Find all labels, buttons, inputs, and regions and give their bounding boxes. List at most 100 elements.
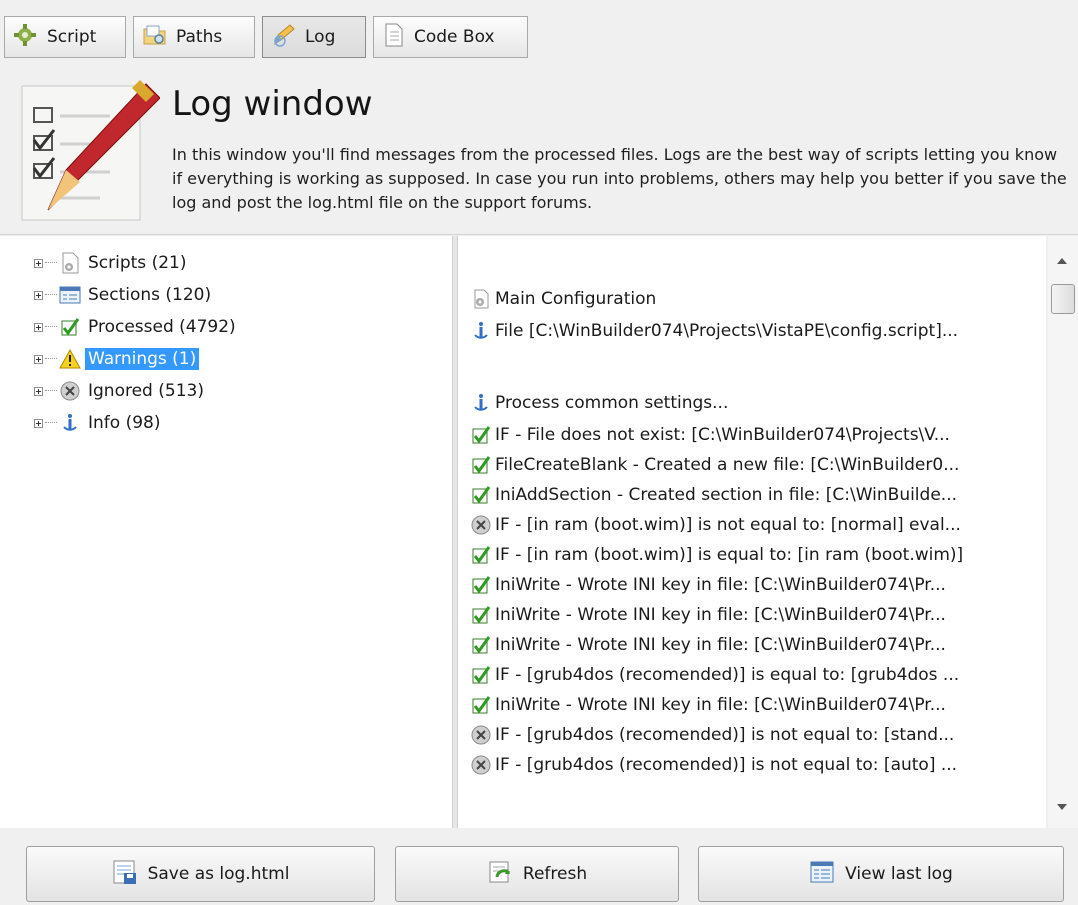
checkmark-icon <box>470 574 492 596</box>
checkmark-icon <box>470 454 492 476</box>
log-entry[interactable]: IniWrite - Wrote INI key in file: [C:\Wi… <box>470 602 946 628</box>
log-entry[interactable]: IF - [grub4dos (recomended)] is not equa… <box>470 752 957 778</box>
log-entry[interactable]: FileCreateBlank - Created a new file: [C… <box>470 452 959 478</box>
log-entry[interactable]: Main Configuration <box>470 286 656 312</box>
info-icon <box>470 320 492 342</box>
checkmark-icon <box>470 424 492 446</box>
log-entry[interactable]: IniWrite - Wrote INI key in file: [C:\Wi… <box>470 692 946 718</box>
tab-paths-label: Paths <box>176 27 223 47</box>
folder-search-icon <box>142 22 168 53</box>
pencil-icon <box>271 22 297 53</box>
log-entry[interactable]: IniWrite - Wrote INI key in file: [C:\Wi… <box>470 632 946 658</box>
tree-item-label: Ignored (513) <box>88 381 204 401</box>
ignored-icon <box>470 724 492 746</box>
ignored-icon <box>470 754 492 776</box>
tree-item-warnings[interactable]: Warnings (1) <box>34 346 200 372</box>
script-icon <box>59 252 81 274</box>
checkmark-icon <box>470 484 492 506</box>
checkmark-icon <box>470 664 492 686</box>
tab-script[interactable]: Script <box>4 16 126 58</box>
log-entry[interactable]: File [C:\WinBuilder074\Projects\VistaPE\… <box>470 318 958 344</box>
log-entry[interactable]: IF - [in ram (boot.wim)] is equal to: [i… <box>470 542 963 568</box>
view-log-icon <box>809 859 835 890</box>
log-entry-text: IF - [grub4dos (recomended)] is not equa… <box>495 725 955 745</box>
tree-item-label: Processed (4792) <box>88 317 236 337</box>
log-entry[interactable]: IF - File does not exist: [C:\WinBuilder… <box>470 422 950 448</box>
header-divider <box>0 234 1078 235</box>
tree-item-label: Info (98) <box>88 413 161 433</box>
page-title: Log window <box>172 84 373 124</box>
tree-item-scripts[interactable]: Scripts (21) <box>34 250 189 276</box>
log-entry-text: IF - File does not exist: [C:\WinBuilder… <box>495 425 950 445</box>
scroll-up-icon[interactable] <box>1057 258 1067 264</box>
refresh-icon <box>487 859 513 890</box>
tab-log[interactable]: Log <box>262 16 366 58</box>
log-tree[interactable]: Scripts (21) Sections (120) Processed (4… <box>0 236 452 828</box>
tree-item-sections[interactable]: Sections (120) <box>34 282 214 308</box>
tab-script-label: Script <box>47 27 97 47</box>
scroll-down-icon[interactable] <box>1057 804 1067 810</box>
log-entry-text: IF - [in ram (boot.wim)] is equal to: [i… <box>495 545 964 565</box>
refresh-button[interactable]: Refresh <box>395 846 679 902</box>
info-icon <box>59 412 81 434</box>
tab-bar: Script Paths Log Code Box <box>4 16 1074 60</box>
script-icon <box>470 288 492 310</box>
tab-paths[interactable]: Paths <box>133 16 255 58</box>
log-entry[interactable]: IF - [grub4dos (recomended)] is equal to… <box>470 662 959 688</box>
save-icon <box>112 859 138 890</box>
tree-item-label: Sections (120) <box>88 285 212 305</box>
tree-item-label: Scripts (21) <box>88 253 187 273</box>
log-entry-text: File [C:\WinBuilder074\Projects\VistaPE\… <box>495 321 959 341</box>
expand-icon[interactable] <box>34 290 43 300</box>
checkmark-icon <box>470 544 492 566</box>
warning-icon <box>59 348 81 370</box>
tree-item-ignored[interactable]: Ignored (513) <box>34 378 207 404</box>
log-header-image <box>20 78 161 224</box>
info-icon <box>470 392 492 414</box>
expand-icon[interactable] <box>34 322 43 332</box>
expand-icon[interactable] <box>34 354 43 364</box>
expand-icon[interactable] <box>34 258 43 268</box>
tree-item-info[interactable]: Info (98) <box>34 410 163 436</box>
log-entry-text: IF - [in ram (boot.wim)] is not equal to… <box>495 515 961 535</box>
log-scrollbar[interactable] <box>1048 236 1078 828</box>
refresh-label: Refresh <box>522 864 588 884</box>
log-entry-text: IniWrite - Wrote INI key in file: [C:\Wi… <box>495 635 946 655</box>
sections-icon <box>59 284 81 306</box>
log-entry-text: IF - [grub4dos (recomended)] is equal to… <box>495 665 960 685</box>
view-last-log-button[interactable]: View last log <box>698 846 1064 902</box>
log-entry-text: Main Configuration <box>495 289 657 309</box>
gear-puzzle-icon <box>13 22 39 53</box>
log-entry[interactable]: Process common settings... <box>470 390 728 416</box>
log-entry-text: IniAddSection - Created section in file:… <box>495 485 957 505</box>
checkmark-icon <box>470 634 492 656</box>
log-entry-text: Process common settings... <box>495 393 729 413</box>
document-icon <box>382 22 406 53</box>
tab-log-label: Log <box>305 27 336 47</box>
log-entry[interactable]: IF - [in ram (boot.wim)] is not equal to… <box>470 512 961 538</box>
log-entry-text: IniWrite - Wrote INI key in file: [C:\Wi… <box>495 575 946 595</box>
view-last-log-label: View last log <box>845 864 953 884</box>
log-entry[interactable]: IniWrite - Wrote INI key in file: [C:\Wi… <box>470 572 946 598</box>
expand-icon[interactable] <box>34 418 43 428</box>
log-entry[interactable]: IniAddSection - Created section in file:… <box>470 482 957 508</box>
tab-code-box[interactable]: Code Box <box>373 16 528 58</box>
checkmark-icon <box>470 604 492 626</box>
log-entry[interactable]: IF - [grub4dos (recomended)] is not equa… <box>470 722 954 748</box>
tree-item-label: Warnings (1) <box>85 348 200 370</box>
ignored-icon <box>59 380 81 402</box>
tab-code-box-label: Code Box <box>414 27 495 47</box>
log-entry-text: FileCreateBlank - Created a new file: [C… <box>495 455 960 475</box>
tree-item-processed[interactable]: Processed (4792) <box>34 314 239 340</box>
checkmark-icon <box>470 694 492 716</box>
save-log-button[interactable]: Save as log.html <box>26 846 375 902</box>
log-entry-text: IniWrite - Wrote INI key in file: [C:\Wi… <box>495 695 946 715</box>
scroll-thumb[interactable] <box>1051 284 1075 314</box>
ignored-icon <box>470 514 492 536</box>
log-list[interactable]: Main Configuration File [C:\WinBuilder07… <box>458 236 1046 828</box>
expand-icon[interactable] <box>34 386 43 396</box>
log-entry-text: IF - [grub4dos (recomended)] is not equa… <box>495 755 958 775</box>
page-description: In this window you'll find messages from… <box>172 145 1067 212</box>
checkmark-icon <box>59 316 81 338</box>
save-log-label: Save as log.html <box>147 864 290 884</box>
